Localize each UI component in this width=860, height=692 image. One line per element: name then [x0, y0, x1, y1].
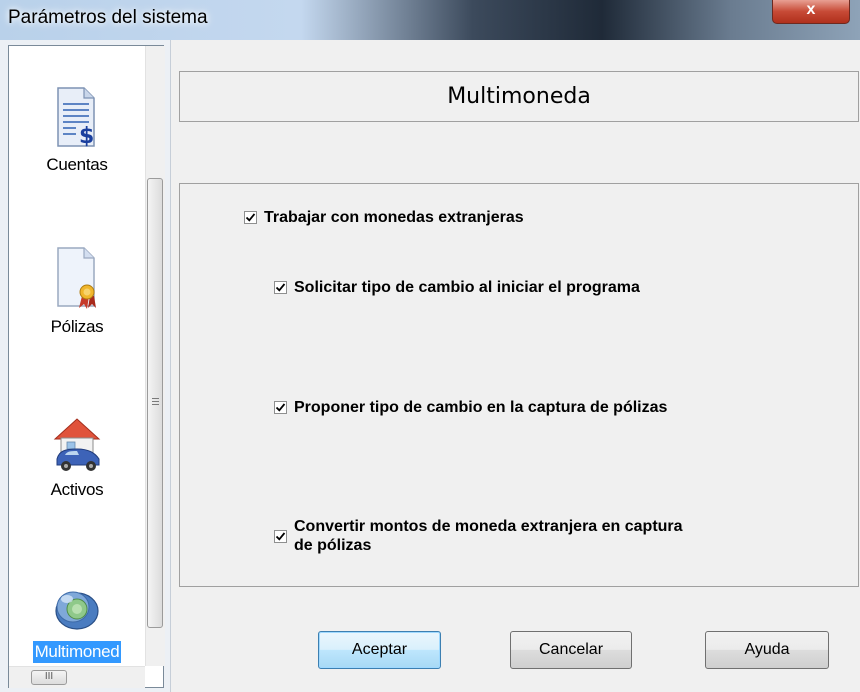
checkbox[interactable]	[244, 211, 257, 224]
window-title: Parámetros del sistema	[8, 7, 208, 28]
sidebar-item-cuentas[interactable]: $ Cuentas	[9, 86, 145, 176]
check-icon	[275, 283, 286, 292]
section-title: Multimoneda	[179, 71, 859, 122]
checkbox[interactable]	[274, 401, 287, 414]
close-button[interactable]: x	[772, 0, 850, 24]
check-icon	[275, 532, 286, 541]
title-bar: Parámetros del sistema x	[0, 0, 860, 40]
certificate-document-icon	[57, 247, 96, 309]
option-request-exchange-rate[interactable]: Solicitar tipo de cambio al iniciar el p…	[274, 278, 640, 297]
option-propose-exchange-rate[interactable]: Proponer tipo de cambio en la captura de…	[274, 398, 667, 417]
cancel-button[interactable]: Cancelar	[510, 631, 632, 669]
sidebar-item-label: Pólizas	[50, 317, 104, 336]
help-button[interactable]: Ayuda	[705, 631, 829, 669]
option-label: Trabajar con monedas extranjeras	[264, 209, 524, 226]
check-icon	[275, 403, 286, 412]
horizontal-scroll-thumb[interactable]: III	[31, 670, 67, 685]
sidebar-item-activos[interactable]: Activos	[9, 411, 145, 501]
sidebar-item-multimoneda[interactable]: Multimoned	[9, 581, 145, 663]
check-icon	[245, 213, 256, 222]
accept-button[interactable]: Aceptar	[318, 631, 441, 669]
option-foreign-currencies[interactable]: Trabajar con monedas extranjeras	[244, 208, 524, 227]
option-label: Solicitar tipo de cambio al iniciar el p…	[294, 279, 640, 296]
checkbox[interactable]	[274, 530, 287, 543]
sidebar-item-label: Cuentas	[46, 155, 108, 174]
svg-text:$: $	[79, 124, 94, 148]
checkbox[interactable]	[274, 281, 287, 294]
sidebar-item-polizas[interactable]: Pólizas	[9, 246, 145, 338]
ledger-dollar-icon: $	[57, 87, 95, 148]
option-label-line2: de pólizas	[294, 537, 372, 554]
option-convert-amounts[interactable]: Convertir montos de moneda extranjera en…	[274, 517, 683, 555]
coins-icon	[55, 591, 99, 630]
sidebar-list: $ Cuentas Pólizas Activos Multimoned III	[8, 45, 165, 688]
vertical-scrollbar[interactable]	[145, 46, 165, 666]
sidebar-item-label: Activos	[50, 480, 104, 499]
option-label-line1: Convertir montos de moneda extranjera en…	[294, 518, 683, 535]
option-label: Proponer tipo de cambio en la captura de…	[294, 399, 668, 416]
house-car-icon	[53, 418, 101, 471]
horizontal-scrollbar[interactable]: III	[9, 666, 145, 688]
vertical-scroll-thumb[interactable]	[147, 178, 163, 628]
sidebar-item-label: Multimoned	[32, 641, 122, 663]
